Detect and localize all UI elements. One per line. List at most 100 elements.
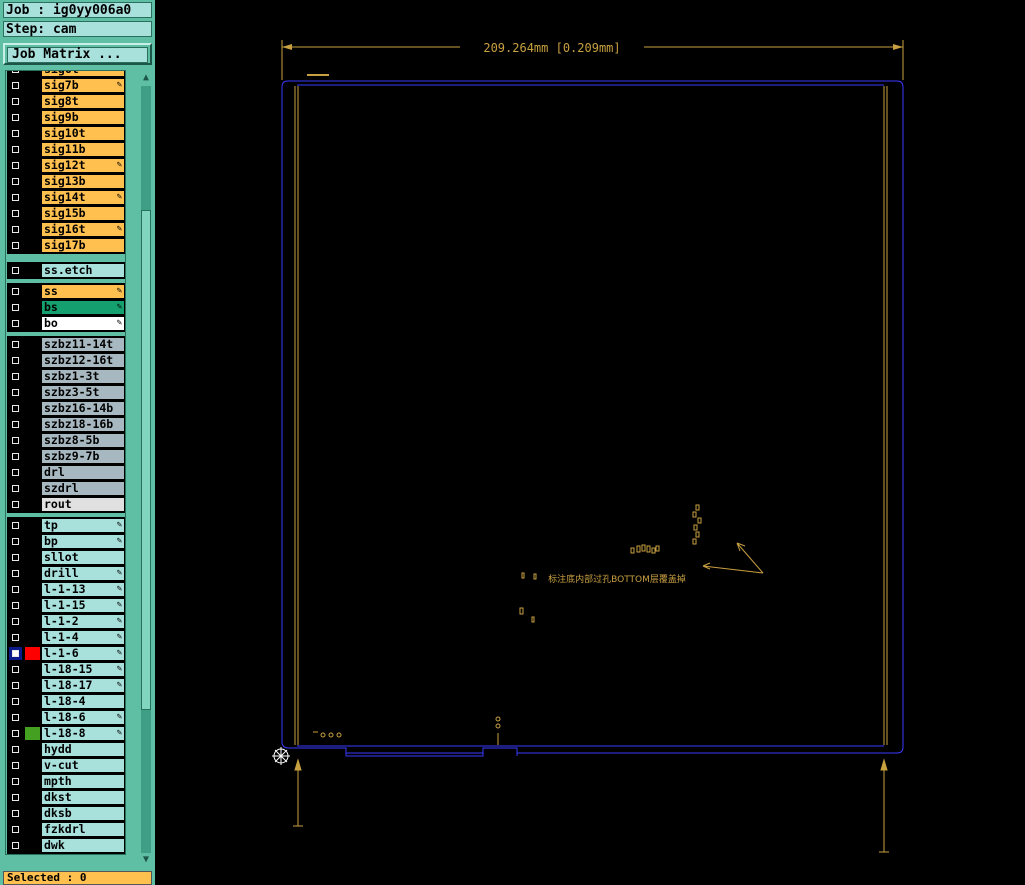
layer-row[interactable]: szdrl bbox=[7, 481, 125, 496]
layer-checkbox[interactable] bbox=[9, 663, 22, 676]
layer-row[interactable]: drl bbox=[7, 465, 125, 480]
layer-checkbox[interactable] bbox=[9, 159, 22, 172]
layer-checkbox[interactable] bbox=[9, 631, 22, 644]
layer-row[interactable]: l-18-6 ✎ bbox=[7, 710, 125, 725]
layer-display-swatch[interactable] bbox=[25, 317, 40, 330]
layer-checkbox[interactable] bbox=[9, 615, 22, 628]
layer-row[interactable]: v-cut bbox=[7, 758, 125, 773]
layer-checkbox[interactable] bbox=[9, 127, 22, 140]
layer-name[interactable]: l-1-15 ✎ bbox=[42, 599, 124, 612]
scroll-down-arrow-icon[interactable]: ▼ bbox=[140, 853, 152, 867]
layer-display-swatch[interactable] bbox=[25, 207, 40, 220]
layer-checkbox[interactable] bbox=[9, 535, 22, 548]
layer-checkbox[interactable] bbox=[9, 567, 22, 580]
layer-list-scrollbar[interactable]: ▲ ▼ bbox=[139, 70, 153, 867]
layer-row[interactable]: l-1-4 ✎ bbox=[7, 630, 125, 645]
layer-display-swatch[interactable] bbox=[25, 285, 40, 298]
layer-row[interactable]: sig15b bbox=[7, 206, 125, 221]
layer-checkbox[interactable] bbox=[9, 599, 22, 612]
layer-row[interactable]: l-1-13 ✎ bbox=[7, 582, 125, 597]
layer-display-swatch[interactable] bbox=[25, 191, 40, 204]
layer-name[interactable]: drill ✎ bbox=[42, 567, 124, 580]
layer-checkbox[interactable] bbox=[9, 775, 22, 788]
layer-row[interactable]: fzkdrl bbox=[7, 822, 125, 837]
layer-checkbox[interactable] bbox=[9, 95, 22, 108]
layer-name[interactable]: l-18-4 bbox=[42, 695, 124, 708]
layer-row[interactable]: ss.etch bbox=[7, 263, 125, 278]
layer-name[interactable]: l-18-15 ✎ bbox=[42, 663, 124, 676]
layer-display-swatch[interactable] bbox=[25, 143, 40, 156]
layer-name[interactable]: sllot bbox=[42, 551, 124, 564]
layer-checkbox[interactable] bbox=[9, 301, 22, 314]
layer-name[interactable]: rout bbox=[42, 498, 124, 511]
layer-display-swatch[interactable] bbox=[25, 450, 40, 463]
layer-display-swatch[interactable] bbox=[25, 743, 40, 756]
layer-checkbox[interactable] bbox=[9, 207, 22, 220]
layer-name[interactable]: drl bbox=[42, 466, 124, 479]
layer-name[interactable]: sig9b bbox=[42, 111, 124, 124]
layer-name[interactable]: tp ✎ bbox=[42, 519, 124, 532]
layer-display-swatch[interactable] bbox=[25, 301, 40, 314]
layer-name[interactable]: sig8t bbox=[42, 95, 124, 108]
layer-row[interactable]: dksb bbox=[7, 806, 125, 821]
layer-display-swatch[interactable] bbox=[25, 535, 40, 548]
layer-name[interactable]: sig11b bbox=[42, 143, 124, 156]
layer-checkbox[interactable] bbox=[9, 823, 22, 836]
scrollbar-thumb[interactable] bbox=[141, 210, 151, 710]
layer-name[interactable]: l-1-6 ✎ bbox=[42, 647, 124, 660]
layer-display-swatch[interactable] bbox=[25, 175, 40, 188]
layer-name[interactable]: sig12t ✎ bbox=[42, 159, 124, 172]
layer-display-swatch[interactable] bbox=[25, 839, 40, 852]
layer-row[interactable]: sig12t ✎ bbox=[7, 158, 125, 173]
layer-name[interactable]: l-1-2 ✎ bbox=[42, 615, 124, 628]
layer-display-swatch[interactable] bbox=[25, 567, 40, 580]
layer-name[interactable]: szbz9-7b bbox=[42, 450, 124, 463]
layer-row[interactable]: drill ✎ bbox=[7, 566, 125, 581]
layer-row[interactable]: bo ✎ bbox=[7, 316, 125, 331]
layer-display-swatch[interactable] bbox=[25, 791, 40, 804]
layer-display-swatch[interactable] bbox=[25, 695, 40, 708]
layer-display-swatch[interactable] bbox=[25, 79, 40, 92]
layer-display-swatch[interactable] bbox=[25, 759, 40, 772]
layer-checkbox[interactable] bbox=[9, 450, 22, 463]
layer-display-swatch[interactable] bbox=[25, 239, 40, 252]
layer-display-swatch[interactable] bbox=[25, 663, 40, 676]
layer-checkbox[interactable] bbox=[9, 482, 22, 495]
layer-checkbox[interactable] bbox=[9, 71, 22, 76]
layer-checkbox[interactable] bbox=[9, 175, 22, 188]
layer-checkbox[interactable] bbox=[9, 402, 22, 415]
layer-display-swatch[interactable] bbox=[25, 711, 40, 724]
layer-row[interactable]: l-18-15 ✎ bbox=[7, 662, 125, 677]
layer-row[interactable]: sig8t bbox=[7, 94, 125, 109]
layer-checkbox[interactable] bbox=[9, 466, 22, 479]
layer-checkbox[interactable] bbox=[9, 711, 22, 724]
layer-row[interactable]: szbz8-5b bbox=[7, 433, 125, 448]
layer-display-swatch[interactable] bbox=[25, 159, 40, 172]
layer-row[interactable]: l-18-8 ✎ bbox=[7, 726, 125, 741]
layer-row[interactable]: sig6t bbox=[7, 71, 125, 77]
layer-row[interactable]: dkst bbox=[7, 790, 125, 805]
layer-row[interactable]: bs ✎ bbox=[7, 300, 125, 315]
layer-row[interactable]: szbz9-7b bbox=[7, 449, 125, 464]
layer-checkbox[interactable] bbox=[9, 695, 22, 708]
layer-name[interactable]: fzkdrl bbox=[42, 823, 124, 836]
layer-display-swatch[interactable] bbox=[25, 482, 40, 495]
layer-display-swatch[interactable] bbox=[25, 807, 40, 820]
layer-checkbox[interactable] bbox=[9, 338, 22, 351]
layer-list[interactable]: sig6t sig7b✎ sig8t sig9b sig10t sig11b sig12t✎… bbox=[5, 70, 126, 855]
layer-name[interactable]: szdrl bbox=[42, 482, 124, 495]
layer-checkbox[interactable] bbox=[9, 79, 22, 92]
layer-display-swatch[interactable] bbox=[25, 338, 40, 351]
scroll-up-arrow-icon[interactable]: ▲ bbox=[140, 71, 152, 85]
layer-checkbox[interactable] bbox=[9, 111, 22, 124]
layer-name[interactable]: szbz8-5b bbox=[42, 434, 124, 447]
layer-checkbox[interactable] bbox=[9, 434, 22, 447]
layer-name[interactable]: l-1-13 ✎ bbox=[42, 583, 124, 596]
layer-display-swatch[interactable] bbox=[25, 95, 40, 108]
layer-name[interactable]: bo ✎ bbox=[42, 317, 124, 330]
layer-row[interactable]: sig10t bbox=[7, 126, 125, 141]
layer-name[interactable]: bp ✎ bbox=[42, 535, 124, 548]
layer-name[interactable]: hydd bbox=[42, 743, 124, 756]
layer-name[interactable]: sig7b ✎ bbox=[42, 79, 124, 92]
layer-name[interactable]: ss.etch bbox=[42, 264, 124, 277]
